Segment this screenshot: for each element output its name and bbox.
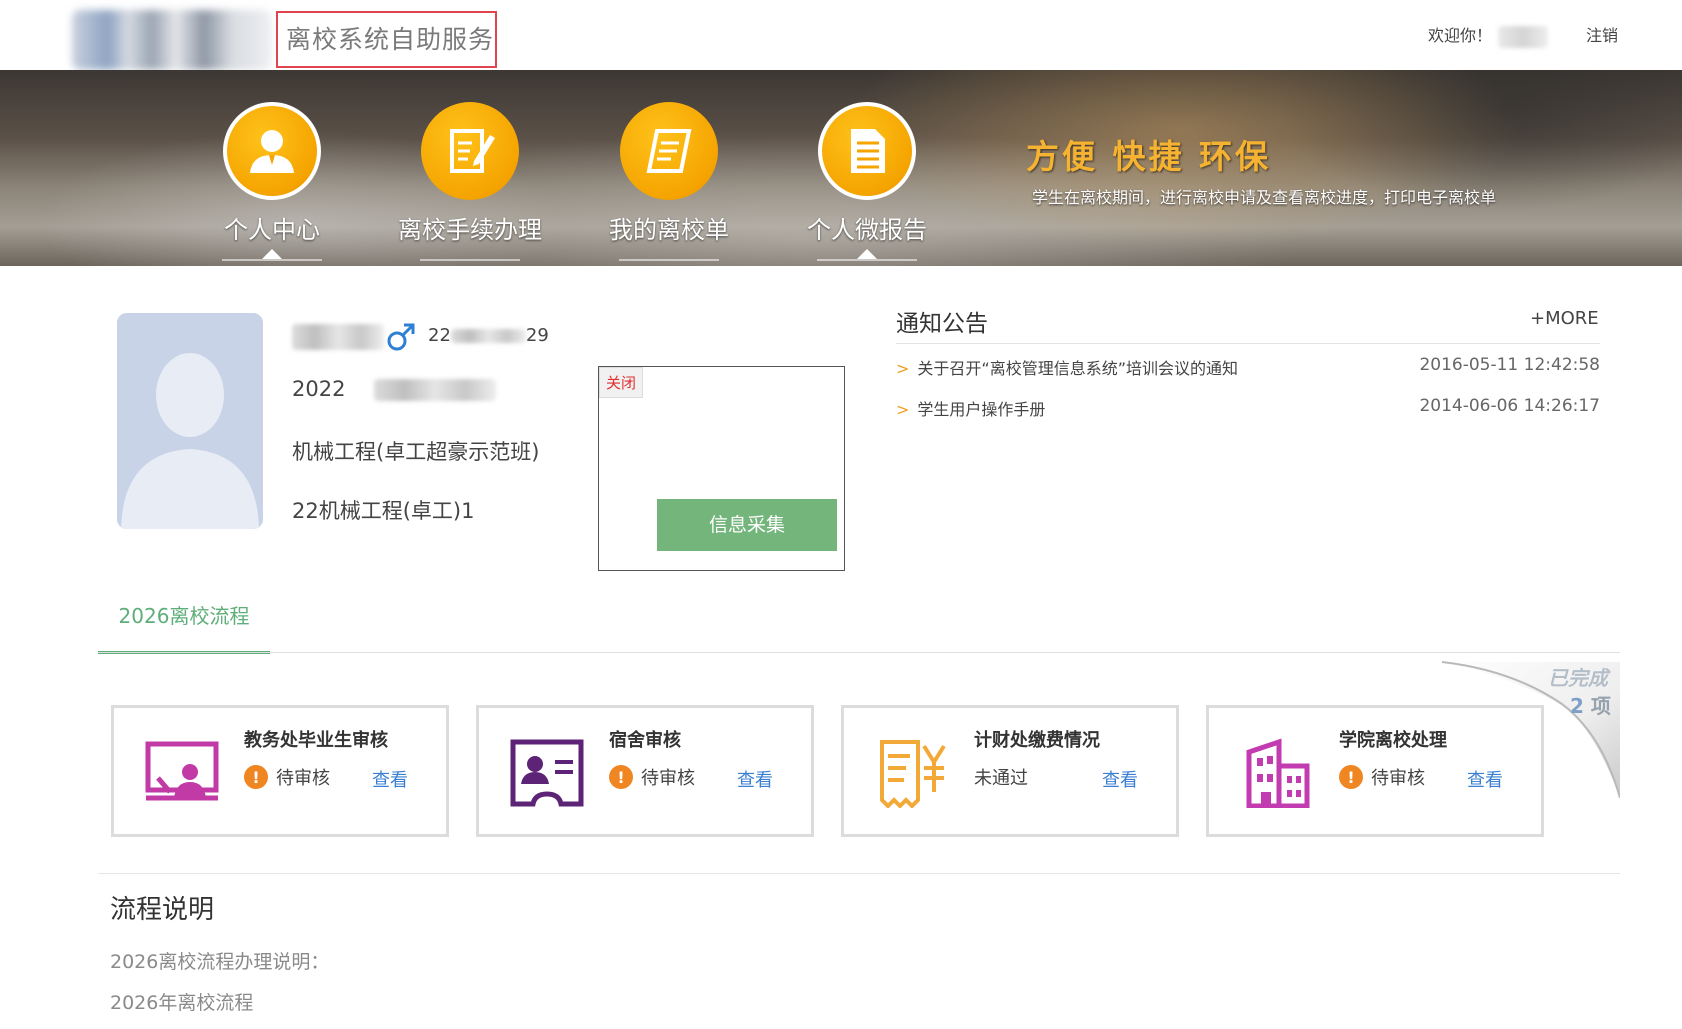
completed-count-unit: 项 — [1590, 694, 1611, 718]
card-title: 教务处毕业生审核 — [244, 730, 388, 751]
school-logo — [72, 10, 272, 70]
nav-label: 离校手续办理 — [398, 216, 542, 244]
card-status: ! 待审核 — [609, 764, 695, 790]
male-icon — [387, 323, 415, 351]
nav-circle — [818, 102, 916, 200]
warning-icon: ! — [609, 765, 633, 789]
avatar — [117, 313, 263, 529]
card-title: 计财处缴费情况 — [974, 730, 1100, 751]
completed-count-number: 2 — [1570, 694, 1584, 718]
nav-my-leave-form[interactable]: 我的离校单 — [579, 102, 759, 261]
nav-leave-procedures[interactable]: 离校手续办理 — [380, 102, 560, 261]
notice-more-link[interactable]: +MORE — [1530, 308, 1599, 329]
process-card-finance: 计财处缴费情况 未通过 查看 — [841, 705, 1179, 837]
presentation-icon — [145, 741, 219, 801]
welcome-label: 欢迎你！ — [1428, 26, 1493, 45]
edit-document-icon — [450, 129, 495, 173]
blurred-name — [292, 324, 384, 350]
user-name-blurred — [1498, 25, 1549, 48]
student-name-blurred — [292, 324, 384, 350]
chevron-right-icon: > — [896, 400, 910, 419]
notice-item-title: 关于召开“离校管理信息系统”培训会议的通知 — [917, 359, 1238, 378]
notice-item[interactable]: > 关于召开“离校管理信息系统”培训会议的通知 2016-05-11 12:42:… — [896, 355, 1600, 379]
nav-label: 个人微报告 — [807, 216, 927, 244]
card-status: ! 待审核 — [244, 764, 330, 790]
nav-label: 个人中心 — [224, 216, 320, 244]
notice-item-date: 2014-06-06 14:26:17 — [1419, 396, 1600, 416]
building-icon — [1246, 738, 1310, 808]
card-status-text: 未通过 — [974, 768, 1028, 789]
warning-icon: ! — [1339, 765, 1363, 789]
card-title: 宿舍审核 — [609, 730, 681, 751]
process-card-academic: 教务处毕业生审核 ! 待审核 查看 — [111, 705, 449, 837]
banner-subtitle: 学生在离校期间，进行离校申请及查看离校进度，打印电子离校单 — [1032, 188, 1497, 207]
nav-underline — [817, 259, 917, 261]
card-status: ! 待审核 — [1339, 764, 1425, 790]
blurred-college — [374, 379, 497, 401]
nav-underline — [619, 259, 719, 261]
major: 机械工程(卓工超豪示范班) — [292, 440, 540, 464]
completed-count: 2 项 — [1570, 690, 1611, 719]
nav-personal-center[interactable]: 个人中心 — [182, 102, 362, 261]
card-title: 学院离校处理 — [1339, 730, 1447, 751]
notice-divider — [896, 343, 1600, 344]
nav-underline — [222, 259, 322, 261]
nav-circle — [223, 102, 321, 200]
tab-divider — [98, 652, 1620, 653]
card-status-text: 待审核 — [276, 768, 330, 789]
process-card-college: 学院离校处理 ! 待审核 查看 — [1206, 705, 1544, 837]
card-status: 未通过 — [974, 764, 1028, 790]
card-view-link[interactable]: 查看 — [1467, 766, 1503, 792]
nav-active-caret — [262, 249, 282, 259]
nav-active-caret — [857, 249, 877, 259]
banner-slogan: 方便 快捷 环保 — [1026, 137, 1271, 176]
class-name: 22机械工程(卓工)1 — [292, 499, 475, 523]
receipt-icon — [880, 740, 946, 808]
process-explain-line: 2026年离校流程 — [110, 992, 254, 1014]
card-status-text: 待审核 — [1371, 768, 1425, 789]
nav-personal-report[interactable]: 个人微报告 — [777, 102, 957, 261]
welcome-text: 欢迎你！ — [1428, 22, 1549, 48]
notice-item[interactable]: > 学生用户操作手册 2014-06-06 14:26:17 — [896, 396, 1600, 420]
nav-underline — [420, 259, 520, 261]
student-id-suffix: 29 — [525, 325, 549, 346]
card-status-text: 待审核 — [641, 768, 695, 789]
notice-item-title: 学生用户操作手册 — [917, 400, 1046, 419]
info-collect-button[interactable]: 信息采集 — [657, 499, 837, 551]
report-icon — [851, 129, 885, 173]
banner: 个人中心 离校手续办理 我的离校单 个人微报告 方便 快捷 环保 学生在离校期间… — [0, 70, 1682, 266]
completed-label: 已完成 — [1548, 666, 1608, 690]
student-id: 22 29 — [428, 325, 549, 346]
enroll-year: 2022 — [292, 377, 346, 401]
enroll-year-row: 2022 — [292, 377, 497, 401]
logout-link[interactable]: 注销 — [1586, 22, 1618, 46]
card-view-link[interactable]: 查看 — [1102, 766, 1138, 792]
user-icon — [250, 130, 294, 173]
warning-icon: ! — [244, 765, 268, 789]
process-card-dormitory: 宿舍审核 ! 待审核 查看 — [476, 705, 814, 837]
process-explain-title: 流程说明 — [110, 895, 215, 925]
card-view-link[interactable]: 查看 — [372, 766, 408, 792]
popup-close-button[interactable]: 关闭 — [599, 367, 644, 398]
avatar-silhouette-icon — [117, 313, 263, 529]
nav-circle — [421, 102, 519, 200]
scroll-icon — [646, 129, 692, 173]
section-divider — [98, 873, 1620, 874]
process-explain-line: 2026离校流程办理说明： — [110, 951, 330, 973]
nav-circle — [620, 102, 718, 200]
nav-label: 我的离校单 — [609, 216, 729, 244]
system-title: 离校系统自助服务 — [276, 11, 497, 68]
chevron-right-icon: > — [896, 359, 910, 378]
card-view-link[interactable]: 查看 — [737, 766, 773, 792]
student-id-prefix: 22 — [428, 325, 451, 346]
tab-leave-process[interactable]: 2026离校流程 — [98, 598, 270, 654]
info-popup: 关闭 信息采集 — [598, 366, 845, 571]
notice-item-date: 2016-05-11 12:42:58 — [1419, 355, 1600, 375]
blurred-id — [450, 329, 526, 343]
id-card-icon — [510, 739, 584, 807]
header: 离校系统自助服务 欢迎你！ 注销 — [0, 0, 1682, 70]
notice-title: 通知公告 — [896, 311, 988, 337]
